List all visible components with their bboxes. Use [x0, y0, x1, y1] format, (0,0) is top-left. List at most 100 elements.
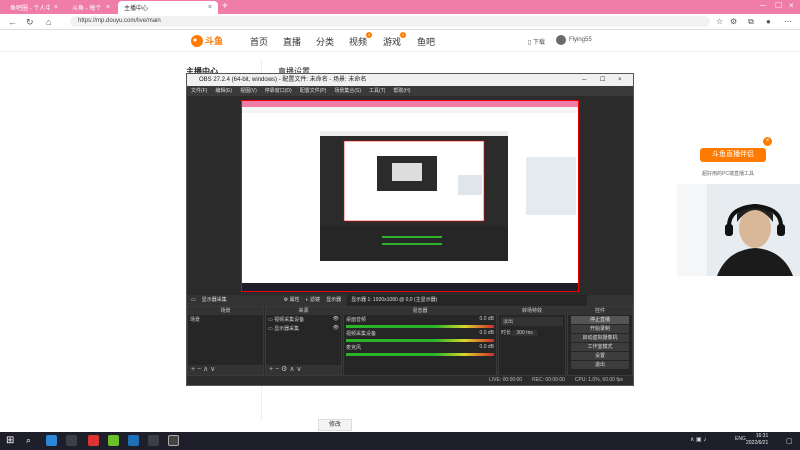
new-tab-icon[interactable]: +: [222, 1, 228, 12]
controls-dock: 控件 停止直播 开始录制 启动虚拟摄像机 工作室模式 设置 退出: [567, 306, 633, 376]
obs-window: OBS 27.2.4 (64-bit, windows) - 配置文件: 未命名…: [186, 73, 634, 386]
promo-title[interactable]: 斗鱼直播伴侣: [700, 148, 766, 162]
favorite-icon[interactable]: ☆: [716, 17, 723, 26]
steam-icon[interactable]: [148, 435, 159, 446]
clock-date: 2022/6/21: [746, 440, 769, 446]
obs-maximize-icon[interactable]: ☐: [600, 74, 605, 86]
profile-icon[interactable]: ●: [766, 17, 771, 26]
move-down-icon[interactable]: ∨: [210, 366, 215, 373]
browser-tab[interactable]: 鱼吧圈 - 个人中心 - 斗鱼 ×: [4, 1, 64, 14]
display-select[interactable]: 显示器 1: 1920x1080 @ 0,0 (主显示器): [347, 295, 588, 306]
obs-title-text: OBS 27.2.4 (64-bit, windows) - 配置文件: 未命名…: [199, 77, 367, 83]
nav-game[interactable]: 游戏: [383, 35, 401, 48]
app-icon[interactable]: [128, 435, 139, 446]
extensions-icon[interactable]: ⚙: [730, 17, 737, 26]
duration-input[interactable]: 300 ms: [512, 330, 537, 336]
source-item-label: 显示器采集: [274, 326, 300, 332]
add-icon[interactable]: +: [269, 366, 273, 373]
nav-home[interactable]: 首页: [250, 35, 268, 48]
close-icon[interactable]: ×: [763, 137, 772, 146]
browser-tab-active[interactable]: 主播中心 ×: [118, 1, 218, 14]
url-input[interactable]: https://mp.douyu.com/live/main: [70, 16, 710, 27]
volume-meter: [346, 353, 494, 356]
download-label: 下载: [532, 40, 545, 46]
douyu-logo[interactable]: 斗鱼: [190, 33, 230, 49]
obs-close-icon[interactable]: ×: [618, 74, 622, 86]
download-link[interactable]: ▯ 下载: [528, 37, 545, 46]
nav-category[interactable]: 分类: [316, 35, 334, 48]
scenes-footer: + − ∧ ∨: [188, 365, 263, 375]
filters-button[interactable]: ◐ 滤镜: [306, 295, 320, 306]
properties-button[interactable]: ⚙ 属性: [284, 295, 300, 306]
obs-menu-view[interactable]: 视图(V): [240, 86, 257, 96]
tray-icons[interactable]: ∧ ▣ ♪: [690, 436, 706, 443]
settings-icon[interactable]: ⚙: [281, 366, 287, 373]
source-item[interactable]: ▭ 视频采集设备 👁: [266, 315, 341, 324]
nav-yuba[interactable]: 鱼吧: [417, 35, 435, 48]
remove-icon[interactable]: −: [275, 366, 279, 373]
windows-start-icon[interactable]: ⊞: [6, 435, 17, 446]
more-icon[interactable]: ⋯: [784, 17, 792, 26]
back-icon[interactable]: ←: [8, 17, 17, 27]
obs-menu-help[interactable]: 帮助(H): [393, 86, 410, 96]
obs-menu-scene-collection[interactable]: 场景集合(S): [334, 86, 361, 96]
modify-button[interactable]: 修改: [318, 419, 352, 431]
nav-video[interactable]: 视频: [349, 35, 367, 48]
obs-minimize-icon[interactable]: ─: [582, 74, 586, 86]
transition-type-select[interactable]: 淡出: [501, 317, 563, 326]
taskbar-clock[interactable]: 16:31 2022/6/21: [746, 433, 768, 447]
volume-meter: [346, 339, 494, 342]
sources-dock: 来源 ▭ 视频采集设备 👁 ▭ 显示器采集 👁 + − ⚙ ∧ ∨: [265, 306, 342, 376]
start-recording-button[interactable]: 开始录制: [571, 325, 629, 333]
language-indicator[interactable]: ENG: [735, 436, 746, 442]
obs-preview[interactable]: [241, 100, 579, 292]
close-icon[interactable]: ×: [54, 4, 58, 11]
move-down-icon[interactable]: ∨: [296, 366, 301, 373]
notification-icon[interactable]: ▢: [786, 437, 793, 445]
edge-icon[interactable]: [46, 435, 57, 446]
app-icon[interactable]: [108, 435, 119, 446]
scene-item[interactable]: 场景: [188, 315, 263, 324]
obs-menu-edit[interactable]: 编辑(E): [215, 86, 232, 96]
collections-icon[interactable]: ⧉: [748, 17, 754, 27]
remove-icon[interactable]: −: [197, 366, 201, 373]
obs-menu-tools[interactable]: 工具(T): [369, 86, 385, 96]
virtual-camera-button[interactable]: 启动虚拟摄像机: [571, 334, 629, 342]
home-icon[interactable]: ⌂: [46, 17, 51, 27]
move-up-icon[interactable]: ∧: [289, 366, 294, 373]
obs-source-toolbar: ▭ 显示器采集 ⚙ 属性 ◐ 滤镜 显示器 显示器 1: 1920x1080 @…: [187, 295, 633, 306]
visibility-icon[interactable]: 👁: [333, 316, 339, 322]
maximize-icon[interactable]: ☐: [775, 1, 782, 10]
stop-streaming-button[interactable]: 停止直播: [571, 316, 629, 324]
username[interactable]: Flying55: [569, 37, 592, 43]
steam-icon[interactable]: [66, 435, 77, 446]
close-icon[interactable]: ×: [208, 4, 212, 11]
source-item[interactable]: ▭ 显示器采集 👁: [266, 324, 341, 333]
browser-tab[interactable]: 斗鱼 - 每个人的直播平台 ×: [66, 1, 116, 14]
channel-db: 0.0 dB: [479, 330, 494, 336]
exit-button[interactable]: 退出: [571, 361, 629, 369]
monitor-icon: ▭: [191, 297, 196, 303]
webcam-overlay: [677, 184, 800, 276]
studio-mode-button[interactable]: 工作室模式: [571, 343, 629, 351]
close-window-icon[interactable]: ×: [789, 1, 794, 10]
browser-tab-bar: 鱼吧圈 - 个人中心 - 斗鱼 × 斗鱼 - 每个人的直播平台 × 主播中心 ×…: [0, 0, 800, 14]
obs-menu-profile[interactable]: 配置文件(P): [300, 86, 327, 96]
move-up-icon[interactable]: ∧: [203, 366, 208, 373]
visibility-icon[interactable]: 👁: [333, 325, 339, 331]
add-icon[interactable]: +: [191, 366, 195, 373]
nav-live[interactable]: 直播: [283, 35, 301, 48]
close-icon[interactable]: ×: [106, 4, 110, 11]
sources-header: 来源: [266, 307, 341, 315]
netease-icon[interactable]: [88, 435, 99, 446]
obs-menu-docks[interactable]: 停靠窗口(D): [265, 86, 292, 96]
nav-game-badge: 1: [400, 32, 406, 38]
search-icon[interactable]: ⌕: [26, 435, 37, 446]
minimize-icon[interactable]: ─: [760, 1, 766, 10]
settings-button[interactable]: 设置: [571, 352, 629, 360]
obs-menu-file[interactable]: 文件(F): [191, 86, 207, 96]
obs-taskbar-icon[interactable]: [168, 435, 179, 446]
refresh-icon[interactable]: ↻: [26, 17, 34, 28]
avatar[interactable]: [556, 35, 566, 45]
controls-header: 控件: [568, 307, 632, 315]
